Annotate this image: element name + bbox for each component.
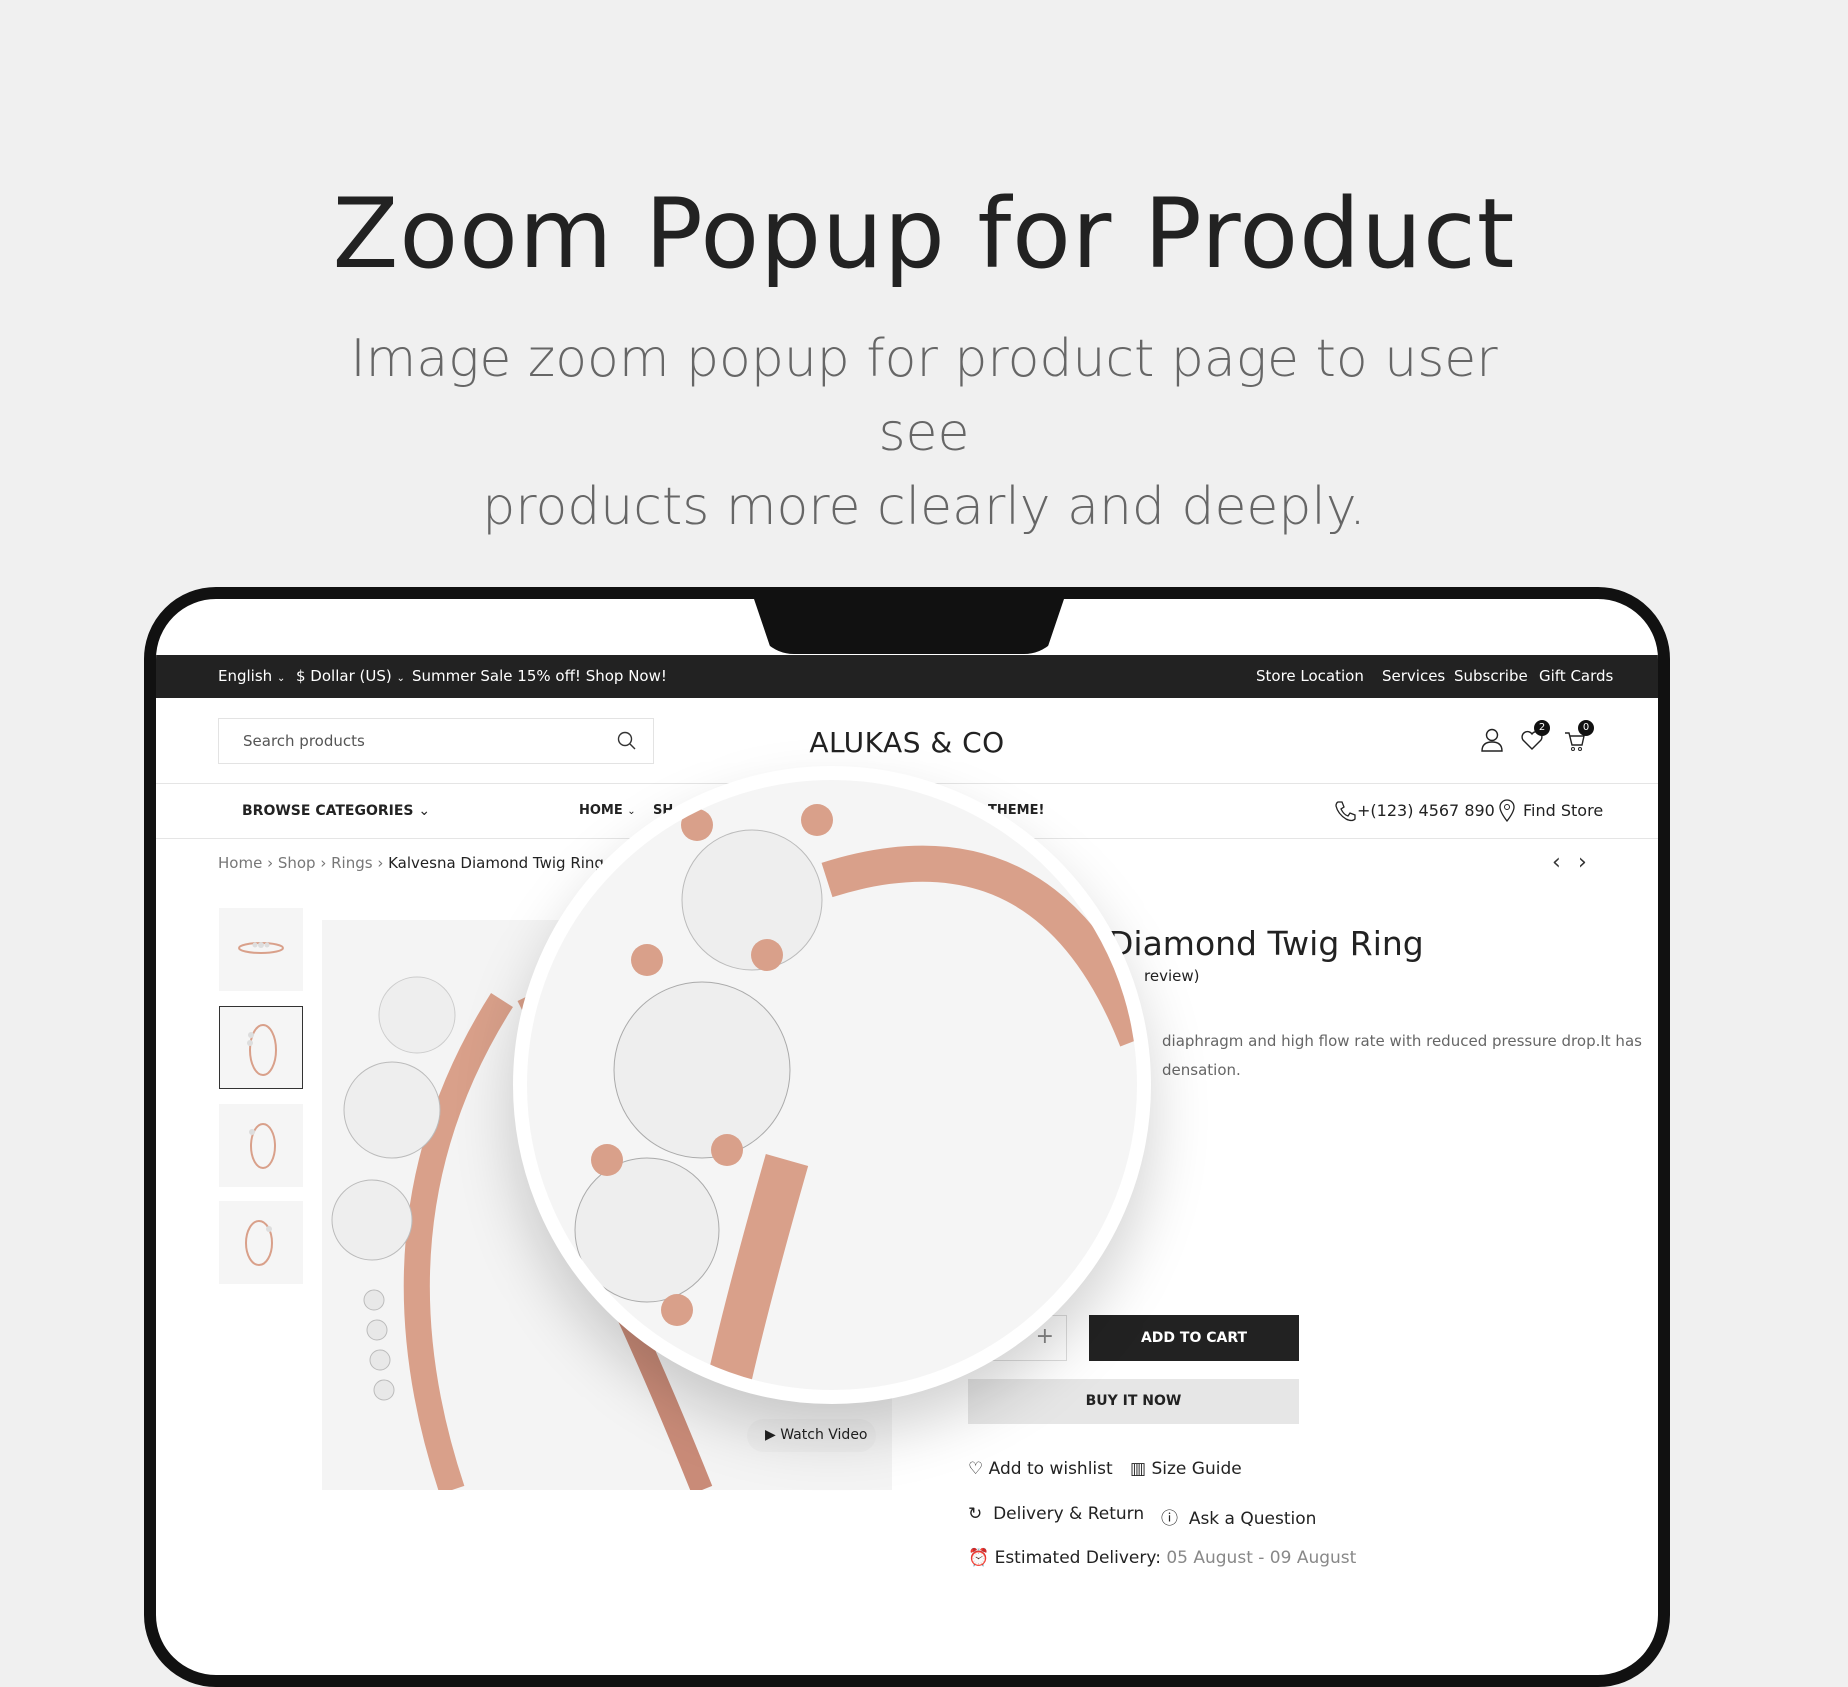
ring-thumbnail-icon: [238, 942, 284, 954]
thumbnail-3[interactable]: [219, 1104, 303, 1187]
watch-video-label: Watch Video: [780, 1427, 868, 1443]
heart-icon: ♡: [968, 1459, 984, 1479]
promo-link[interactable]: Summer Sale 15% off! Shop Now!: [412, 667, 667, 685]
chevron-down-icon: ⌄: [396, 673, 405, 684]
thumbnail-1[interactable]: [219, 908, 303, 991]
breadcrumb-shop[interactable]: Shop: [278, 854, 316, 872]
refresh-icon: ↻: [968, 1504, 983, 1524]
zoom-popup-lens[interactable]: [513, 766, 1151, 1404]
chevron-down-icon: ⌄: [276, 673, 286, 684]
question-icon: ⓘ: [1161, 1509, 1178, 1529]
ring-thumbnail-icon: [247, 1024, 277, 1076]
review-count-link[interactable]: review): [1144, 967, 1199, 985]
subtitle-line: products more clearly and deeply.: [482, 477, 1366, 537]
product-description: diaphragm and high flow rate with reduce…: [1162, 1032, 1642, 1050]
ring-thumbnail-icon: [249, 1123, 276, 1169]
add-to-wishlist-link[interactable]: ♡ Add to wishlist: [968, 1459, 1113, 1479]
ring-thumbnail-icon: [245, 1220, 273, 1266]
store-screen: English ⌄ $ Dollar (US) ⌄ Summer Sale 15…: [156, 599, 1658, 1675]
device-frame: English ⌄ $ Dollar (US) ⌄ Summer Sale 15…: [144, 587, 1670, 1687]
add-to-cart-button[interactable]: ADD TO CART: [1089, 1315, 1299, 1361]
language-select[interactable]: English ⌄: [218, 667, 285, 685]
estimated-delivery: ⏰ Estimated Delivery: 05 August - 09 Aug…: [968, 1548, 1356, 1568]
chevron-down-icon: ⌄: [418, 803, 431, 819]
browse-label: BROWSE CATEGORIES: [242, 803, 414, 819]
hero-title: Zoom Popup for Product: [332, 178, 1516, 290]
browse-categories-button[interactable]: BROWSE CATEGORIES ⌄: [242, 803, 430, 819]
watch-video-button[interactable]: ▶ Watch Video: [747, 1419, 876, 1452]
play-icon: ▶: [765, 1427, 776, 1443]
ask-question-link[interactable]: ⓘ Ask a Question: [1161, 1504, 1316, 1529]
ruler-chart-icon: ▥: [1130, 1459, 1147, 1479]
breadcrumb-rings[interactable]: Rings: [331, 854, 372, 872]
est-value: 05 August - 09 August: [1166, 1548, 1357, 1568]
alarm-clock-icon: ⏰: [968, 1548, 990, 1568]
delivery-label: Delivery & Return: [993, 1504, 1145, 1524]
size-guide-label: Size Guide: [1151, 1459, 1242, 1479]
buy-now-button[interactable]: BUY IT NOW: [968, 1379, 1299, 1424]
thumbnail-4[interactable]: [219, 1201, 303, 1284]
breadcrumb: Home › Shop › Rings › Kalvesna Diamond T…: [218, 854, 604, 872]
currency-label: $ Dollar (US): [296, 667, 392, 685]
nav-home[interactable]: HOME ⌄: [579, 803, 636, 818]
currency-select[interactable]: $ Dollar (US) ⌄: [296, 667, 405, 685]
delivery-return-link[interactable]: ↻ Delivery & Return: [968, 1504, 1144, 1524]
subtitle-line: Image zoom popup for product page to use…: [350, 329, 1498, 463]
product-description: densation.: [1162, 1061, 1241, 1079]
size-guide-link[interactable]: ▥ Size Guide: [1130, 1459, 1242, 1479]
wishlist-label: Add to wishlist: [988, 1459, 1113, 1479]
thumbnail-2[interactable]: [219, 1006, 303, 1089]
breadcrumb-home[interactable]: Home: [218, 854, 262, 872]
breadcrumb-current: Kalvesna Diamond Twig Ring: [388, 854, 604, 872]
product-title: Diamond Twig Ring: [1108, 924, 1424, 963]
ask-label: Ask a Question: [1188, 1509, 1317, 1529]
nav-home-label: HOME: [579, 803, 623, 818]
chevron-down-icon: ⌄: [627, 806, 636, 817]
hero-subtitle: Image zoom popup for product page to use…: [300, 322, 1548, 544]
zoomed-ring-image: [574, 804, 1137, 1390]
language-label: English: [218, 667, 273, 685]
est-label: Estimated Delivery:: [994, 1548, 1161, 1568]
